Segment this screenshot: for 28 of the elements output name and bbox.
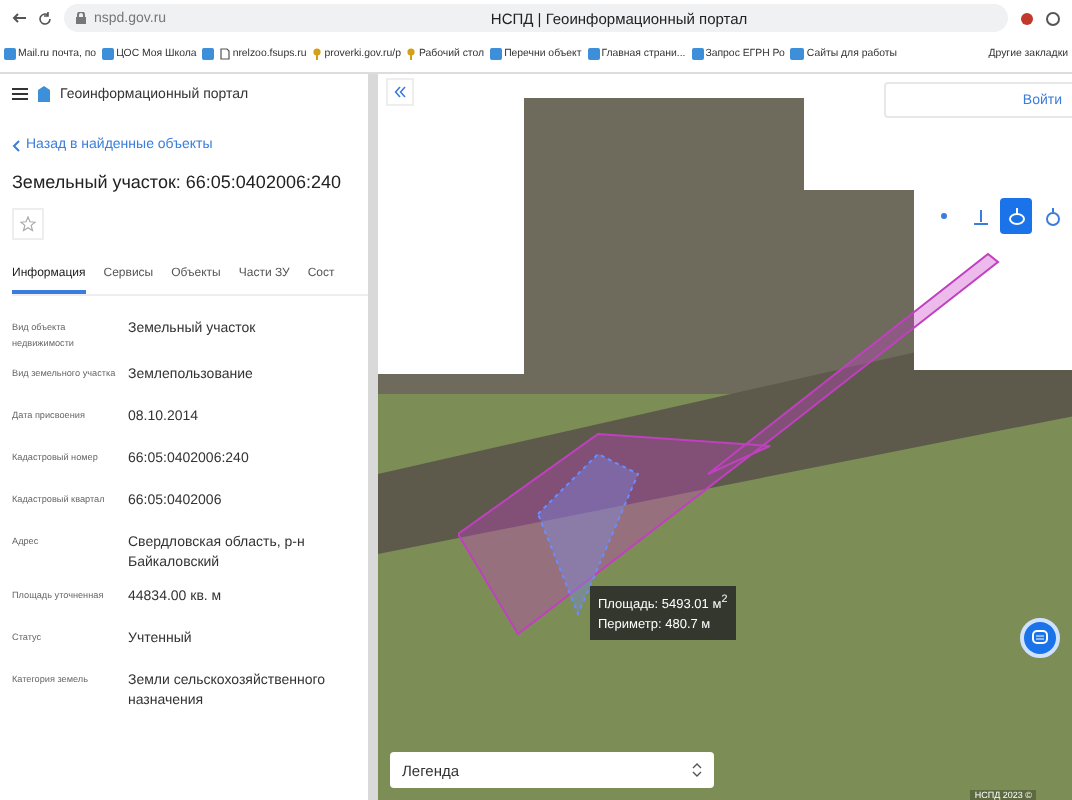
reload-icon[interactable] <box>38 11 52 25</box>
site-icon <box>202 48 215 60</box>
pin-icon <box>312 48 323 60</box>
site-icon <box>490 48 503 60</box>
back-arrow-icon[interactable] <box>12 12 26 24</box>
chevron-left-icon <box>12 139 20 151</box>
area-measure-icon <box>1007 206 1025 226</box>
site-icon <box>587 48 600 60</box>
folder-icon <box>790 48 805 60</box>
menu-icon[interactable] <box>12 88 28 100</box>
circle-measure-icon <box>1043 206 1061 226</box>
lock-icon <box>76 12 86 24</box>
bookmark[interactable] <box>202 48 215 60</box>
object-title: Земельный участок: 66:05:0402006:240 <box>12 172 343 192</box>
pin-icon <box>406 48 417 60</box>
measure-tool-button[interactable] <box>1000 198 1032 234</box>
logo-icon <box>38 86 50 102</box>
site-icon <box>4 48 16 60</box>
updown-caret-icon <box>692 762 702 778</box>
chat-icon <box>1032 630 1048 646</box>
point-icon <box>940 212 948 220</box>
site-icon <box>691 48 704 60</box>
star-icon <box>20 216 36 232</box>
collapse-panel-button[interactable] <box>386 78 414 106</box>
double-chevron-left-icon <box>394 86 406 98</box>
line-measure-icon <box>971 207 989 225</box>
document-icon <box>220 48 231 60</box>
site-icon <box>102 48 115 60</box>
